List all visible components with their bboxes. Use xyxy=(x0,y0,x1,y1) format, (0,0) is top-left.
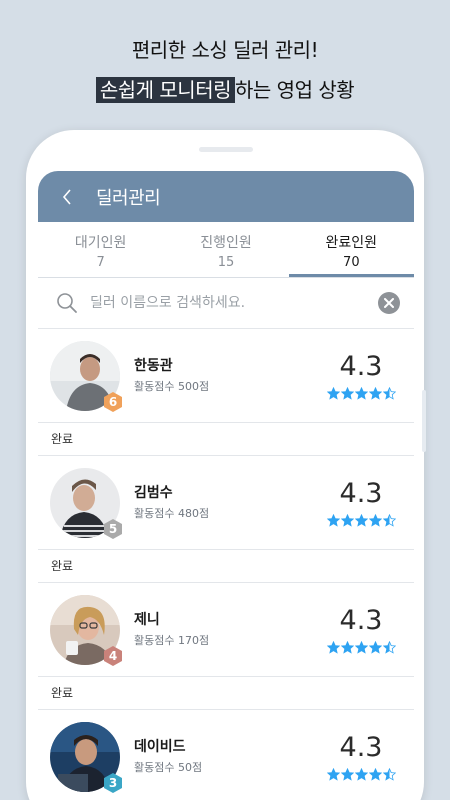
rating-value: 4.3 xyxy=(339,478,383,509)
rank-badge: 6 xyxy=(102,391,124,413)
avatar-container: 4 xyxy=(50,594,122,666)
status-label: 완료 xyxy=(38,423,414,456)
dealer-row[interactable]: 4 제니 활동점수 170점 4.3 xyxy=(38,583,414,677)
star-icon xyxy=(368,387,382,400)
dealer-row[interactable]: 5 김범수 활동점수 480점 4.3 xyxy=(38,456,414,550)
app-screen: 딜러관리 대기인원 7 진행인원 15 완료인원 70 딜러 이름으로 검색하세… xyxy=(38,171,414,800)
star-rating xyxy=(318,514,404,527)
star-icon xyxy=(354,387,368,400)
promo-subheadline: 손쉽게 모니터링 하는 영업 상황 xyxy=(0,74,450,103)
close-icon xyxy=(384,298,394,308)
dealer-info: 김범수 활동점수 480점 xyxy=(134,483,318,523)
tab-waiting[interactable]: 대기인원 7 xyxy=(38,222,163,277)
rank-number: 3 xyxy=(108,775,118,790)
phone-speaker xyxy=(199,147,253,152)
rank-number: 6 xyxy=(108,394,118,409)
dealer-activity-score: 활동점수 480점 xyxy=(134,506,210,520)
star-icon xyxy=(326,387,340,400)
star-icon xyxy=(340,768,354,781)
rating-block: 4.3 xyxy=(318,605,404,654)
tab-label: 완료인원 xyxy=(325,235,378,251)
search-bar xyxy=(38,278,414,329)
search-input[interactable] xyxy=(90,295,378,311)
phone-side-button xyxy=(422,390,426,452)
tab-count: 70 xyxy=(343,255,360,270)
tab-count: 7 xyxy=(96,255,105,270)
star-icon xyxy=(326,768,340,781)
star-icon xyxy=(354,514,368,527)
star-icon xyxy=(368,514,382,527)
promo-headline: 편리한 소싱 딜러 관리! xyxy=(131,38,319,62)
star-icon xyxy=(382,641,396,654)
dealer-name: 데이비드 xyxy=(134,738,186,755)
status-label: 완료 xyxy=(38,550,414,583)
star-rating xyxy=(318,387,404,400)
star-icon xyxy=(340,641,354,654)
avatar-container: 5 xyxy=(50,467,122,539)
dealer-name: 한동관 xyxy=(134,357,173,374)
rank-badge: 4 xyxy=(102,645,124,667)
search-icon xyxy=(57,293,77,313)
rank-badge: 3 xyxy=(102,772,124,794)
star-rating xyxy=(318,641,404,654)
tab-label: 대기인원 xyxy=(74,235,127,251)
star-icon xyxy=(326,641,340,654)
dealer-name: 김범수 xyxy=(134,484,173,501)
dealer-info: 한동관 활동점수 500점 xyxy=(134,356,318,396)
dealer-activity-score: 활동점수 500점 xyxy=(134,379,210,393)
clear-search-button[interactable] xyxy=(378,292,400,314)
star-rating xyxy=(318,768,404,781)
avatar-container: 3 xyxy=(50,721,122,793)
rating-value: 4.3 xyxy=(339,605,383,636)
tab-in-progress[interactable]: 진행인원 15 xyxy=(163,222,288,277)
rank-badge: 5 xyxy=(102,518,124,540)
dealer-info: 데이비드 활동점수 50점 xyxy=(134,737,318,777)
star-icon xyxy=(354,641,368,654)
dealer-row[interactable]: 6 한동관 활동점수 500점 4.3 xyxy=(38,329,414,423)
rating-block: 4.3 xyxy=(318,478,404,527)
star-icon xyxy=(368,641,382,654)
star-icon xyxy=(368,768,382,781)
dealer-row[interactable]: 3 데이비드 활동점수 50점 4.3 xyxy=(38,710,414,800)
chevron-left-icon xyxy=(62,188,71,205)
dealer-activity-score: 활동점수 170점 xyxy=(134,633,210,647)
dealer-activity-score: 활동점수 50점 xyxy=(134,760,203,774)
status-label: 완료 xyxy=(38,677,414,710)
star-icon xyxy=(382,768,396,781)
page-title: 딜러관리 xyxy=(96,187,161,209)
promo-highlight-text: 손쉽게 모니터링 xyxy=(95,77,236,103)
star-icon xyxy=(382,514,396,527)
dealer-info: 제니 활동점수 170점 xyxy=(134,610,318,650)
star-icon xyxy=(354,768,368,781)
back-button[interactable] xyxy=(38,171,96,222)
star-icon xyxy=(382,387,396,400)
rank-number: 5 xyxy=(108,521,118,536)
rating-value: 4.3 xyxy=(339,351,383,382)
tab-count: 15 xyxy=(217,255,235,270)
rank-number: 4 xyxy=(108,648,118,663)
star-icon xyxy=(326,514,340,527)
rating-value: 4.3 xyxy=(339,732,383,763)
star-icon xyxy=(340,387,354,400)
rating-block: 4.3 xyxy=(318,732,404,781)
rating-block: 4.3 xyxy=(318,351,404,400)
tab-bar: 대기인원 7 진행인원 15 완료인원 70 xyxy=(38,222,414,278)
app-header: 딜러관리 xyxy=(38,171,414,222)
star-icon xyxy=(340,514,354,527)
tab-label: 진행인원 xyxy=(200,235,252,251)
tab-completed[interactable]: 완료인원 70 xyxy=(288,222,414,277)
avatar-container: 6 xyxy=(50,340,122,412)
promo-rest-text: 하는 영업 상황 xyxy=(235,78,355,102)
dealer-name: 제니 xyxy=(134,611,160,628)
